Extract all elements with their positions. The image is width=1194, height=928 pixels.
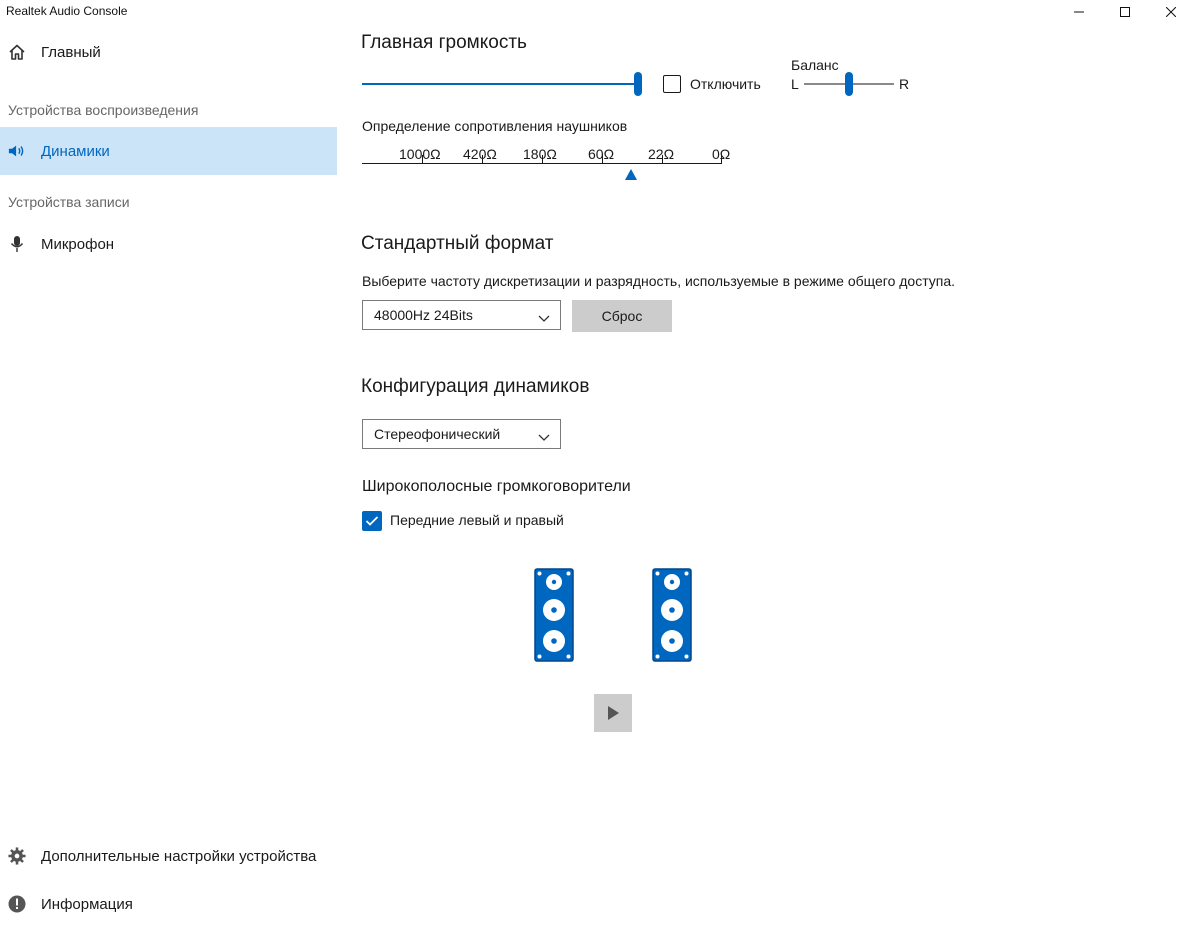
sidebar-item-label: Динамики xyxy=(41,142,110,160)
right-speaker-icon[interactable] xyxy=(652,568,692,667)
balance-right-label: R xyxy=(899,76,910,92)
front-lr-label: Передние левый и правый xyxy=(390,512,564,528)
impedance-pointer-icon xyxy=(625,169,637,180)
main-volume-thumb[interactable] xyxy=(634,72,642,96)
ruler-tick-label: 180Ω xyxy=(523,146,557,162)
sidebar-item-information[interactable]: Информация xyxy=(0,880,337,928)
maximize-icon[interactable] xyxy=(1102,0,1148,24)
test-play-button[interactable] xyxy=(594,694,632,732)
default-format-title: Стандартный формат xyxy=(361,233,554,254)
speaker-config-title: Конфигурация динамиков xyxy=(361,376,590,397)
window-controls xyxy=(1056,0,1194,24)
sidebar-item-home[interactable]: Главный xyxy=(0,28,337,76)
mute-label: Отключить xyxy=(690,76,761,92)
speaker-icon xyxy=(8,142,26,160)
sidebar-item-speakers[interactable]: Динамики xyxy=(0,127,337,175)
microphone-icon xyxy=(8,235,26,253)
app-window: Realtek Audio Console Главный Устройства… xyxy=(0,0,1194,928)
sample-rate-dropdown[interactable]: 48000Hz 24Bits xyxy=(362,300,561,330)
sidebar-item-label: Главный xyxy=(41,43,101,61)
default-format-description: Выберите частоту дискретизации и разрядн… xyxy=(362,273,956,289)
speaker-config-dropdown[interactable]: Стереофонический xyxy=(362,419,561,449)
gear-icon xyxy=(8,847,26,865)
info-icon xyxy=(8,895,26,913)
mute-checkbox[interactable] xyxy=(663,75,681,93)
sidebar-item-label: Дополнительные настройки устройства xyxy=(41,847,317,865)
fullrange-speakers-title: Широкополосные громкоговорители xyxy=(362,478,631,495)
chevron-down-icon xyxy=(538,310,550,328)
balance-slider[interactable] xyxy=(804,72,894,96)
recording-devices-header: Устройства записи xyxy=(8,194,130,210)
main-volume-track xyxy=(362,83,636,85)
ruler-tick-label: 420Ω xyxy=(463,146,497,162)
checkmark-icon xyxy=(365,516,379,526)
speaker-config-value: Стереофонический xyxy=(374,426,501,442)
sample-rate-value: 48000Hz 24Bits xyxy=(374,307,473,323)
playback-devices-header: Устройства воспроизведения xyxy=(8,102,199,118)
chevron-down-icon xyxy=(538,429,550,447)
app-title: Realtek Audio Console xyxy=(6,4,128,18)
main-volume-title: Главная громкость xyxy=(361,32,527,53)
ruler-tick-label: 22Ω xyxy=(648,146,675,162)
ruler-tick-label: 1000Ω xyxy=(399,146,441,162)
impedance-ruler xyxy=(362,163,722,164)
sidebar-item-label: Микрофон xyxy=(41,235,115,253)
sidebar-item-label: Информация xyxy=(41,895,133,913)
home-icon xyxy=(8,43,26,61)
close-icon[interactable] xyxy=(1148,0,1194,24)
sidebar-item-microphone[interactable]: Микрофон xyxy=(0,220,337,268)
reset-button[interactable]: Сброс xyxy=(572,300,672,332)
sidebar: Главный Устройства воспроизведения Динам… xyxy=(0,24,337,928)
balance-label: Баланс xyxy=(791,57,839,73)
minimize-icon[interactable] xyxy=(1056,0,1102,24)
impedance-title: Определение сопротивления наушников xyxy=(362,118,628,134)
ruler-tick-label: 60Ω xyxy=(588,146,615,162)
balance-thumb[interactable] xyxy=(845,72,853,96)
front-lr-checkbox[interactable] xyxy=(362,511,382,531)
main-volume-slider[interactable] xyxy=(360,72,644,96)
left-speaker-icon[interactable] xyxy=(534,568,574,667)
sidebar-item-advanced-settings[interactable]: Дополнительные настройки устройства xyxy=(0,832,337,880)
play-icon xyxy=(608,706,619,720)
ruler-tick-label: 0Ω xyxy=(712,146,731,162)
balance-left-label: L xyxy=(791,76,799,92)
